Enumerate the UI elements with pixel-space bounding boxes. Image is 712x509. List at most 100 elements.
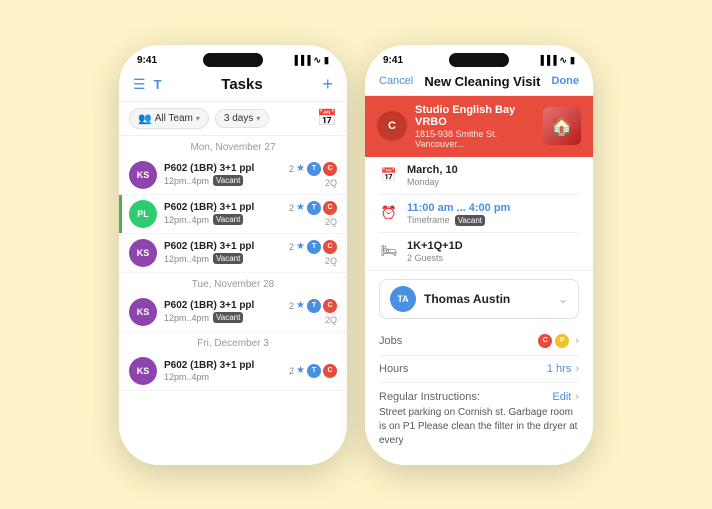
task-sub: 12pm..4pm Vacant [164,214,289,225]
avatar-small-c: C [323,364,337,378]
chevron-down-icon: ▾ [196,114,200,123]
guests-main: 1K+1Q+1D [407,240,579,252]
chevron-right-icon: › [575,335,579,347]
star-icon: ★ [296,241,305,252]
vacant-badge: Vacant [213,214,243,225]
date-header: Fri, December 3 [119,332,347,352]
property-image: 🏠 [543,107,581,145]
team-filter[interactable]: 👥 All Team ▾ [129,108,209,129]
date-header: Mon, November 27 [119,136,347,156]
guests-row: 🛏 1K+1Q+1D 2 Guests [379,233,579,270]
filter-bar: 👥 All Team ▾ 3 days ▾ 📅 [119,102,347,136]
property-banner[interactable]: C Studio English Bay VRBO 1815-938 Smith… [365,96,593,157]
add-button[interactable]: + [322,74,333,95]
clock-icon: ⏰ [379,203,399,223]
chevron-right-icon: › [575,391,579,403]
signal-icon: ▐▐▐ [291,55,310,65]
team-filter-label: All Team [155,113,193,124]
days-filter-label: 3 days [224,113,253,124]
task-icons: 2 ★ T C [289,162,337,176]
right-phone: 9:41 ▐▐▐ ∿ ▮ Cancel New Cleaning Visit D… [365,45,593,465]
assign-dropdown[interactable]: TA Thomas Austin ⌄ [379,279,579,319]
task-right: 2 ★ T C [289,364,337,378]
avatar-small-c: C [323,299,337,313]
avatar-small-t: T [307,240,321,254]
done-button[interactable]: Done [552,75,580,87]
task-title: P602 (1BR) 3+1 ppl [164,300,289,311]
cancel-button[interactable]: Cancel [379,75,413,87]
date-info: March, 10 Monday [407,164,579,187]
count-2q: 2Q [325,178,337,188]
left-phone: 9:41 ▐▐▐ ∿ ▮ ☰ T Tasks + 👥 All Team ▾ 3 … [119,45,347,465]
task-item[interactable]: KS P602 (1BR) 3+1 ppl 12pm..4pm Vacant 2… [119,234,347,273]
task-icons: 2 ★ T C [289,364,337,378]
property-info: Studio English Bay VRBO 1815-938 Smithe … [415,104,535,149]
guests-sub: 2 Guests [407,253,579,263]
instructions-text: Street parking on Cornish st. Garbage ro… [379,406,579,448]
avatar-small-c: C [323,201,337,215]
task-info: P602 (1BR) 3+1 ppl 12pm..4pm Vacant [164,241,289,264]
avatar-small-c: C [323,162,337,176]
task-item[interactable]: KS P602 (1BR) 3+1 ppl 12pm..4pm Vacant 2… [119,293,347,332]
left-status-icons: ▐▐▐ ∿ ▮ [291,55,329,66]
detail-section: 📅 March, 10 Monday ⏰ 11:00 am ... 4:00 p… [365,157,593,270]
property-name: Studio English Bay VRBO [415,104,535,128]
job-dot-c: C [538,334,552,348]
left-header: ☰ T Tasks + [119,70,347,102]
vacant-badge: Vacant [213,312,243,323]
task-right: 2 ★ T C 2Q [289,299,337,325]
task-sub: 12pm..4pm Vacant [164,312,289,323]
task-sub: 12pm..4pm [164,372,289,382]
hours-row[interactable]: Hours 1 hrs › [379,356,579,383]
bed-icon: 🛏 [379,241,399,261]
menu-icon[interactable]: ☰ [133,76,146,93]
calendar-icon[interactable]: 📅 [317,108,337,128]
task-info: P602 (1BR) 3+1 ppl 12pm..4pm Vacant [164,202,289,225]
avatar-small-t: T [307,162,321,176]
task-sub: 12pm..4pm Vacant [164,175,289,186]
date-row: 📅 March, 10 Monday [379,157,579,195]
task-icons: 2 ★ T C [289,299,337,313]
date-main: March, 10 [407,164,579,176]
hours-value: 1 hrs [547,363,571,375]
team-icon[interactable]: T [154,77,162,92]
chevron-down-icon: ⌄ [558,292,568,306]
home-icon: 🏠 [551,116,573,137]
chevron-right-icon: › [575,363,579,375]
avatar: PL [129,200,157,228]
task-info: P602 (1BR) 3+1 ppl 12pm..4pm Vacant [164,300,289,323]
vacant-badge: Vacant [455,215,485,226]
avatar: KS [129,357,157,385]
vacant-badge: Vacant [213,175,243,186]
task-list: Mon, November 27 KS P602 (1BR) 3+1 ppl 1… [119,136,347,391]
task-right: 2 ★ T C 2Q [289,162,337,188]
jobs-row[interactable]: Jobs C P › [379,327,579,356]
avatar: KS [129,239,157,267]
assign-section: TA Thomas Austin ⌄ [365,270,593,327]
avatar: KS [129,298,157,326]
job-icons: C P [538,334,569,348]
time-row: ⏰ 11:00 am ... 4:00 pm Timeframe Vacant [379,195,579,233]
task-info: P602 (1BR) 3+1 ppl 12pm..4pm [164,360,289,382]
property-address: 1815-938 Smithe St. Vancouver... [415,129,535,149]
task-item[interactable]: KS P602 (1BR) 3+1 ppl 12pm..4pm 2 ★ T C [119,352,347,391]
avatar-small-c: C [323,240,337,254]
task-item[interactable]: PL P602 (1BR) 3+1 ppl 12pm..4pm Vacant 2… [119,195,347,234]
avatar-small-t: T [307,364,321,378]
count-2q: 2Q [325,256,337,266]
days-filter[interactable]: 3 days ▾ [215,109,269,128]
task-right: 2 ★ T C 2Q [289,240,337,266]
star-icon: ★ [296,300,305,311]
edit-button[interactable]: Edit [552,391,571,403]
count-2q: 2Q [325,315,337,325]
people-icon: 👥 [138,112,152,125]
battery-icon: ▮ [324,55,329,66]
instructions-label: Regular Instructions: [379,391,552,403]
guests-info: 1K+1Q+1D 2 Guests [407,240,579,263]
vacant-badge: Vacant [213,253,243,264]
task-title: P602 (1BR) 3+1 ppl [164,241,289,252]
task-sub: 12pm..4pm Vacant [164,253,289,264]
calendar-icon: 📅 [379,165,399,185]
property-avatar: C [377,111,407,141]
task-item[interactable]: KS P602 (1BR) 3+1 ppl 12pm..4pm Vacant 2… [119,156,347,195]
